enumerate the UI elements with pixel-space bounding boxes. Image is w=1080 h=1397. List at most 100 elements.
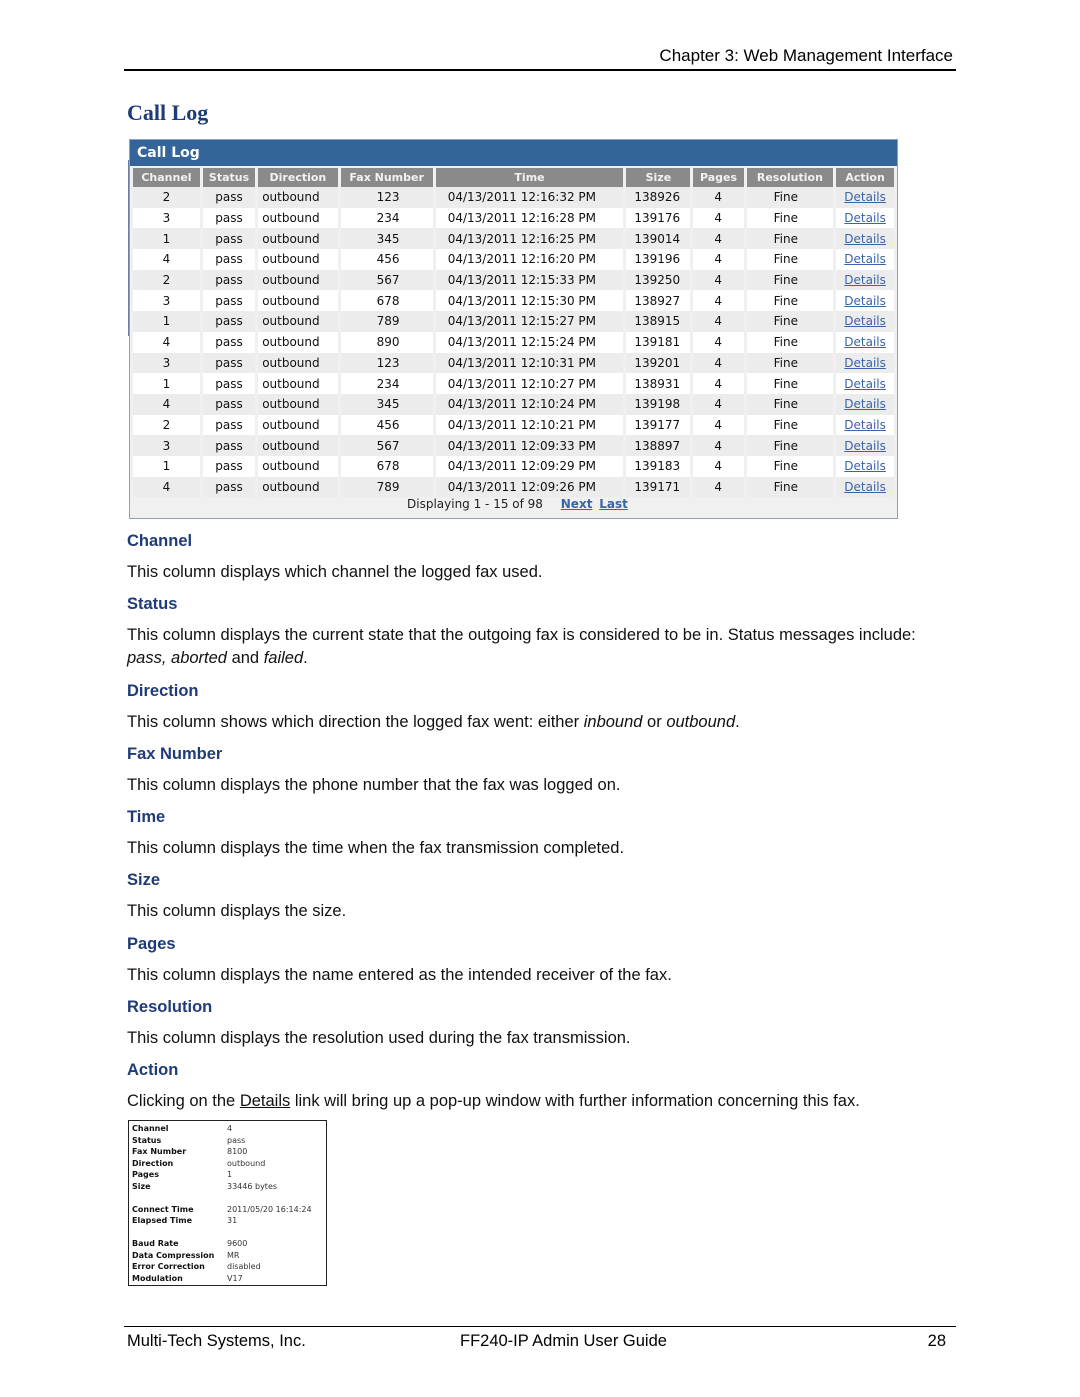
cell-action: Details (836, 414, 894, 436)
cell-fax-number: 123 (340, 352, 433, 374)
cell-resolution: Fine (746, 290, 834, 312)
table-row: 1 pass outbound 345 04/13/2011 12:16:25 PM 13… (133, 228, 894, 250)
cell-channel: 3 (133, 435, 200, 456)
cell-resolution: Fine (746, 187, 834, 208)
cell-size: 139183 (626, 455, 691, 477)
cell-direction: outbound (258, 207, 338, 229)
details-link[interactable]: Details (844, 314, 886, 328)
description-heading: Resolution (127, 998, 213, 1016)
cell-pages: 4 (693, 455, 744, 477)
description-size: Size This column displays the size. (127, 871, 927, 923)
detail-row: Baud Rate 9600 (132, 1238, 323, 1250)
description-heading: Fax Number (127, 745, 223, 763)
description-heading: Status (127, 595, 178, 613)
cell-pages: 4 (693, 393, 744, 415)
details-link[interactable]: Details (844, 273, 886, 287)
cell-size: 138931 (626, 373, 691, 394)
cell-fax-number: 345 (340, 228, 433, 250)
details-link[interactable]: Details (844, 377, 886, 391)
details-link[interactable]: Details (844, 294, 886, 308)
cell-action: Details (836, 455, 894, 477)
table-row: 3 pass outbound 123 04/13/2011 12:10:31 PM 13… (133, 352, 894, 374)
details-link[interactable]: Details (844, 356, 886, 370)
cell-resolution: Fine (746, 249, 834, 270)
description-direction: Direction This column shows which directi… (127, 682, 927, 734)
cell-direction: outbound (258, 393, 338, 415)
cell-status: pass (202, 393, 256, 415)
cell-size: 138927 (626, 290, 691, 312)
details-link[interactable]: Details (844, 397, 886, 411)
details-link[interactable]: Details (844, 211, 886, 225)
cell-pages: 4 (693, 290, 744, 312)
details-link[interactable]: Details (844, 418, 886, 432)
pager-status: Displaying 1 - 15 of 98 (407, 497, 543, 511)
cell-resolution: Fine (746, 311, 834, 332)
table-row: 4 pass outbound 890 04/13/2011 12:15:24 PM 13… (133, 331, 894, 353)
cell-direction: outbound (258, 228, 338, 250)
detail-label: Connect Time (132, 1204, 194, 1214)
description-text: This column displays the size. (127, 902, 347, 920)
cell-channel: 1 (133, 311, 200, 332)
footer-company: Multi-Tech Systems, Inc. (127, 1332, 306, 1350)
details-link[interactable]: Details (844, 439, 886, 453)
details-link[interactable]: Details (844, 335, 886, 349)
description-heading: Time (127, 808, 166, 826)
cell-time: 04/13/2011 12:10:27 PM (435, 373, 624, 394)
page-number: 28 (927, 1332, 946, 1350)
cell-status: pass (202, 228, 256, 250)
next-page-link[interactable]: Next (561, 497, 593, 511)
cell-time: 04/13/2011 12:15:24 PM (435, 331, 624, 353)
cell-time: 04/13/2011 12:10:21 PM (435, 414, 624, 436)
description-text: This column displays the phone number th… (127, 776, 621, 794)
cell-pages: 4 (693, 228, 744, 250)
cell-pages: 4 (693, 249, 744, 270)
description-resolution: Resolution This column displays the resol… (127, 998, 927, 1050)
details-link[interactable]: Details (844, 232, 886, 246)
cell-channel: 1 (133, 228, 200, 250)
cell-direction: outbound (258, 455, 338, 477)
detail-value: 9600 (227, 1239, 248, 1248)
section-title: Call Log (127, 100, 209, 125)
cell-size: 138926 (626, 187, 691, 208)
cell-channel: 4 (133, 331, 200, 353)
details-link[interactable]: Details (844, 252, 886, 266)
cell-direction: outbound (258, 331, 338, 353)
cell-action: Details (836, 352, 894, 374)
description-text: This column displays which channel the l… (127, 563, 543, 581)
cell-size: 139181 (626, 331, 691, 353)
cell-pages: 4 (693, 414, 744, 436)
table-row: 3 pass outbound 234 04/13/2011 12:16:28 PM 13… (133, 207, 894, 229)
description-heading: Action (127, 1061, 179, 1079)
cell-status: pass (202, 373, 256, 394)
details-link[interactable]: Details (844, 480, 886, 494)
call-log-table: Channel Status Direction Fax Number Time Size… (130, 166, 897, 498)
cell-action: Details (836, 290, 894, 312)
detail-row: Channel 4 (132, 1123, 323, 1135)
table-row: 4 pass outbound 456 04/13/2011 12:16:20 PM 13… (133, 249, 894, 270)
last-page-link[interactable]: Last (599, 497, 628, 511)
cell-time: 04/13/2011 12:15:27 PM (435, 311, 624, 332)
detail-label: Baud Rate (132, 1239, 179, 1248)
table-row: 1 pass outbound 789 04/13/2011 12:15:27 PM 13… (133, 311, 894, 332)
cell-channel: 3 (133, 207, 200, 229)
detail-label: Elapsed Time (132, 1216, 192, 1225)
detail-value: 33446 bytes (227, 1181, 278, 1191)
column-header-fax-number: Fax Number (340, 166, 433, 187)
description-time: Time This column displays the time when t… (127, 808, 927, 860)
cell-resolution: Fine (746, 352, 834, 374)
cell-status: pass (202, 311, 256, 332)
table-row: 1 pass outbound 234 04/13/2011 12:10:27 PM 13… (133, 373, 894, 394)
cell-fax-number: 789 (340, 311, 433, 332)
details-link[interactable]: Details (844, 190, 886, 204)
description-pages: Pages This column displays the name enter… (127, 935, 927, 987)
cell-fax-number: 567 (340, 435, 433, 456)
cell-fax-number: 678 (340, 455, 433, 477)
cell-pages: 4 (693, 187, 744, 208)
cell-action: Details (836, 435, 894, 456)
details-link[interactable]: Details (844, 459, 886, 473)
description-heading: Channel (127, 532, 193, 550)
cell-channel: 3 (133, 290, 200, 312)
column-header-size: Size (626, 166, 691, 187)
